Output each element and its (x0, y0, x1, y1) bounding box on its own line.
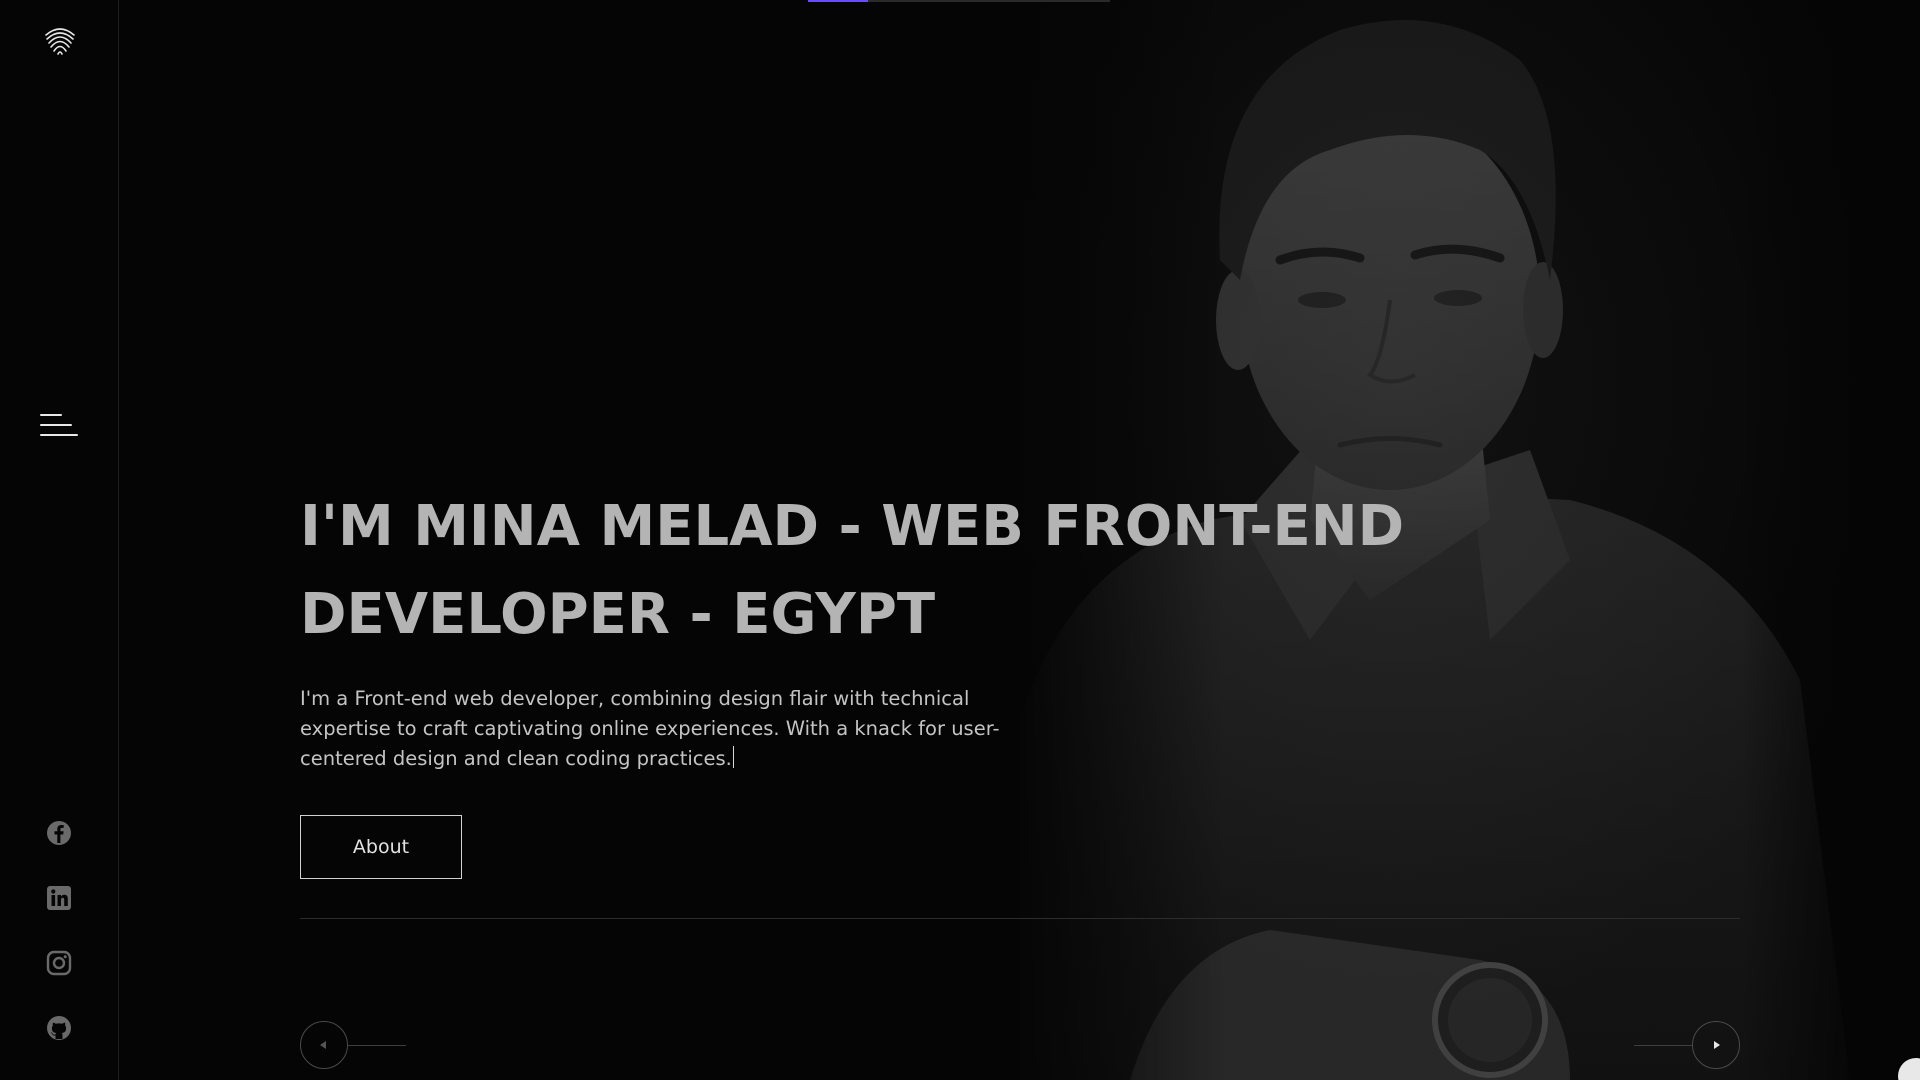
about-button[interactable]: About (300, 815, 462, 879)
prev-slide-line (348, 1045, 406, 1046)
text-caret (732, 746, 735, 768)
fingerprint-logo-icon[interactable] (43, 22, 77, 56)
instagram-icon[interactable] (45, 949, 73, 977)
prev-slide-icon (320, 1041, 326, 1049)
scroll-indicator[interactable] (1898, 1058, 1920, 1080)
top-progress-fill (808, 0, 869, 2)
next-slide-line (1634, 1045, 1692, 1046)
hero-section: I'M MINA MELAD - WEB FRONT-END DEVELOPER… (300, 0, 1760, 1080)
portfolio-page: I'M MINA MELAD - WEB FRONT-END DEVELOPER… (0, 0, 1920, 1080)
hero-title: I'M MINA MELAD - WEB FRONT-END DEVELOPER… (300, 494, 1405, 647)
linkedin-icon[interactable] (45, 884, 73, 912)
facebook-icon[interactable] (45, 819, 73, 847)
hero-divider (300, 918, 1740, 919)
top-progress-track (808, 0, 1110, 2)
prev-slide-button[interactable] (300, 1021, 348, 1069)
hero-description: I'm a Front-end web developer, combining… (300, 687, 1000, 770)
hamburger-menu-icon[interactable] (40, 414, 80, 444)
next-slide-icon (1714, 1041, 1720, 1049)
next-slide-button[interactable] (1692, 1021, 1740, 1069)
sidebar (0, 0, 119, 1080)
github-icon[interactable] (45, 1014, 73, 1042)
